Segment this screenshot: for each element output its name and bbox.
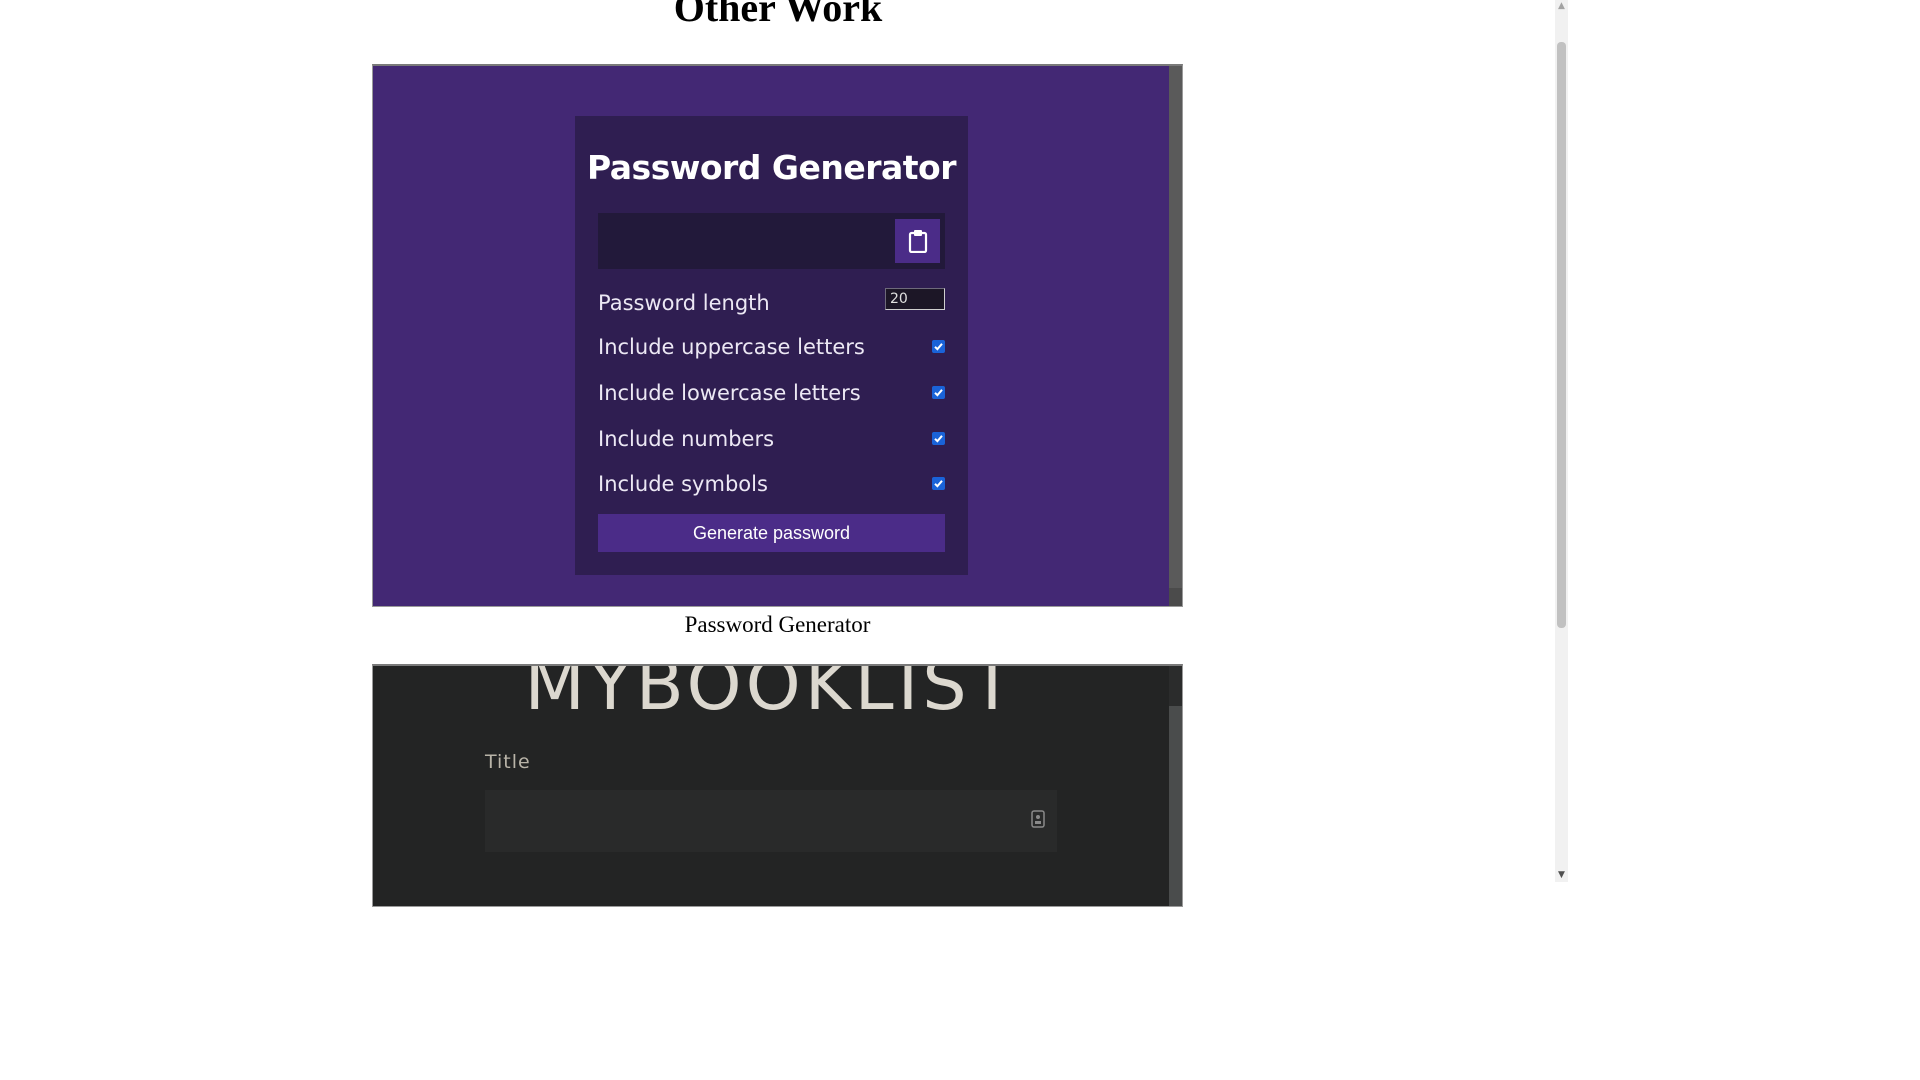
checkmark-icon bbox=[934, 343, 943, 351]
password-generator-caption: Password Generator bbox=[684, 612, 871, 637]
frame-scroll-thumb[interactable] bbox=[1169, 66, 1182, 588]
password-card: Password Generator Password length 20 In… bbox=[575, 116, 968, 575]
lowercase-checkbox[interactable] bbox=[932, 386, 945, 399]
checkmark-icon bbox=[934, 480, 943, 488]
scroll-down-arrow-icon[interactable]: ▼ bbox=[1555, 869, 1568, 882]
title-input[interactable] bbox=[485, 790, 1057, 852]
option-row-symbols: Include symbols bbox=[598, 467, 945, 501]
checkmark-icon bbox=[934, 389, 943, 397]
length-input[interactable]: 20 bbox=[885, 288, 945, 310]
title-field-label: Title bbox=[485, 751, 531, 773]
booklist-frame[interactable]: MYBOOKLIST Title bbox=[372, 664, 1183, 907]
page-scroll-thumb[interactable] bbox=[1557, 42, 1566, 628]
option-label: Include numbers bbox=[598, 427, 775, 451]
card-title: Password Generator bbox=[586, 148, 957, 187]
page-title: Other Work bbox=[673, 0, 883, 30]
numbers-checkbox[interactable] bbox=[932, 432, 945, 445]
generate-password-button[interactable]: Generate password bbox=[598, 514, 945, 552]
copy-button[interactable] bbox=[895, 219, 940, 263]
page-scrollbar[interactable]: ▲ ▼ bbox=[1555, 0, 1568, 882]
symbols-checkbox[interactable] bbox=[932, 477, 945, 490]
frame-scroll-thumb[interactable] bbox=[1169, 706, 1182, 906]
uppercase-checkbox[interactable] bbox=[932, 340, 945, 353]
option-row-uppercase: Include uppercase letters bbox=[598, 330, 945, 364]
contact-card-icon[interactable] bbox=[1031, 810, 1045, 828]
length-label: Password length bbox=[598, 291, 770, 315]
length-row: Password length 20 bbox=[598, 286, 945, 320]
option-row-lowercase: Include lowercase letters bbox=[598, 376, 945, 410]
option-label: Include uppercase letters bbox=[598, 335, 865, 359]
option-label: Include symbols bbox=[598, 472, 768, 496]
checkmark-icon bbox=[934, 435, 943, 443]
password-result-field[interactable] bbox=[598, 213, 945, 269]
clipboard-icon bbox=[908, 230, 927, 253]
frame-scrollbar[interactable] bbox=[1169, 666, 1182, 906]
password-generator-frame[interactable]: Password Generator Password length 20 In… bbox=[372, 64, 1183, 607]
booklist-title: MYBOOKLIST bbox=[524, 664, 1018, 726]
option-label: Include lowercase letters bbox=[598, 381, 861, 405]
scroll-up-arrow-icon[interactable]: ▲ bbox=[1555, 0, 1568, 13]
frame-scrollbar[interactable] bbox=[1169, 66, 1182, 606]
option-row-numbers: Include numbers bbox=[598, 422, 945, 456]
